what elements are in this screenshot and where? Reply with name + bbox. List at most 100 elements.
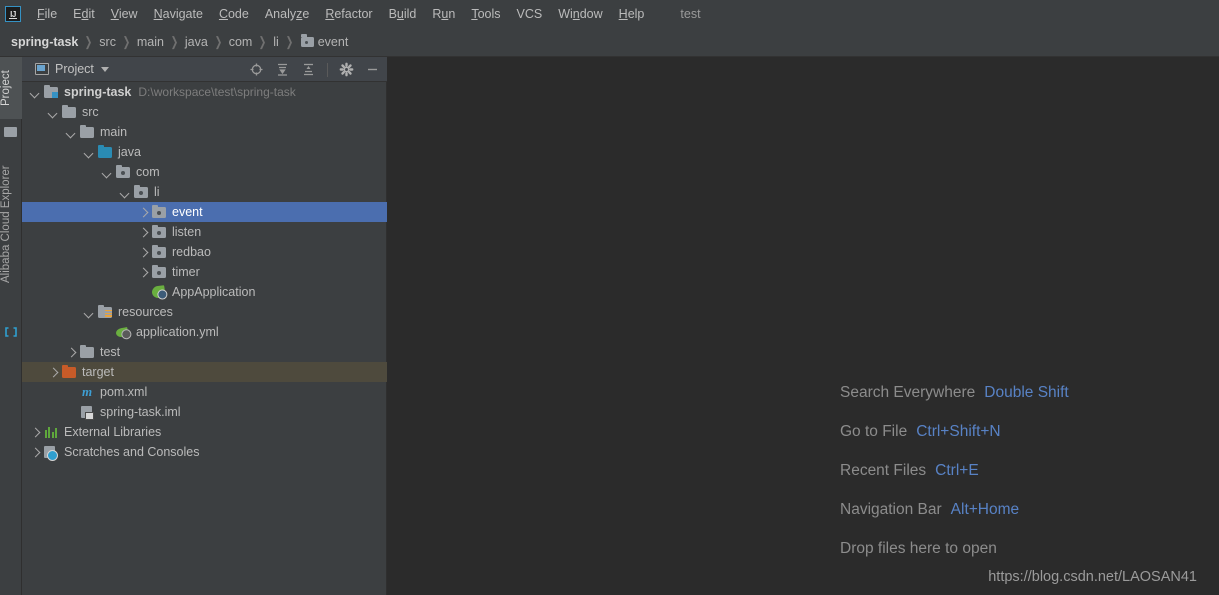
menu-item-refactor[interactable]: Refactor <box>317 0 380 28</box>
tree-row-test[interactable]: test <box>22 342 387 362</box>
breadcrumb-separator: ❯ <box>85 34 93 49</box>
hint-row: Recent Files Ctrl+E <box>840 451 1069 490</box>
module-file-icon <box>79 404 95 420</box>
tree-row-label: com <box>136 165 160 179</box>
chevron-right-icon[interactable] <box>138 207 149 218</box>
tree-row-label: src <box>82 105 99 119</box>
tree-row-application-yml[interactable]: application.yml <box>22 322 387 342</box>
collapse-all-icon[interactable] <box>301 62 316 77</box>
chevron-down-icon[interactable] <box>84 147 95 158</box>
yaml-file-icon <box>115 324 131 340</box>
breadcrumb-separator: ❯ <box>122 34 131 49</box>
folder-package-icon <box>133 184 149 200</box>
chevron-down-icon[interactable] <box>48 107 59 118</box>
menu-item-navigate[interactable]: Navigate <box>146 0 211 28</box>
breadcrumb-item-src[interactable]: src <box>99 35 116 49</box>
chevron-down-icon[interactable] <box>30 87 41 98</box>
menu-item-tools[interactable]: Tools <box>463 0 508 28</box>
chevron-right-icon[interactable] <box>30 427 41 438</box>
menu-item-code[interactable]: Code <box>211 0 257 28</box>
project-panel-header: Project <box>22 57 387 82</box>
tree-row-label: AppApplication <box>172 285 256 299</box>
breadcrumb-item-java[interactable]: java <box>185 35 208 49</box>
tree-row-com[interactable]: com <box>22 162 387 182</box>
folder-package-icon <box>151 244 167 260</box>
tree-row-label: resources <box>118 305 173 319</box>
tree-row-path: D:\workspace\test\spring-task <box>138 85 296 99</box>
folder-package-icon <box>115 164 131 180</box>
tree-row-label: spring-task <box>64 85 132 99</box>
gear-icon[interactable] <box>339 62 354 77</box>
folder-excluded-icon <box>61 364 77 380</box>
locate-icon[interactable] <box>249 62 264 77</box>
tree-row-label: External Libraries <box>64 425 162 439</box>
chevron-right-icon[interactable] <box>138 227 149 238</box>
menu-item-build[interactable]: Build <box>381 0 425 28</box>
tree-row-resources[interactable]: resources <box>22 302 387 322</box>
tree-row-event[interactable]: event <box>22 202 387 222</box>
sidebar-tab-project[interactable]: Project <box>0 57 22 119</box>
tree-row-target[interactable]: target <box>22 362 387 382</box>
breadcrumb-item-main[interactable]: main <box>137 35 164 49</box>
hint-label: Recent Files <box>840 461 927 479</box>
chevron-down-icon[interactable] <box>102 167 113 178</box>
tree-row-listen[interactable]: listen <box>22 222 387 242</box>
menu-item-vcs[interactable]: VCS <box>509 0 551 28</box>
menu-item-run[interactable]: Run <box>424 0 463 28</box>
tree-row-java[interactable]: java <box>22 142 387 162</box>
tree-row-label: pom.xml <box>100 385 148 399</box>
tree-row-src[interactable]: src <box>22 102 387 122</box>
chevron-down-icon[interactable] <box>84 307 95 318</box>
menu-item-analyze[interactable]: Analyze <box>257 0 317 28</box>
breadcrumb-item-spring-task[interactable]: spring-task <box>11 35 78 49</box>
hint-label: Navigation Bar <box>840 500 942 518</box>
tree-row-timer[interactable]: timer <box>22 262 387 282</box>
menu-items: File Edit View Navigate Code Analyze Refactor B… <box>29 0 652 28</box>
breadcrumb[interactable]: spring-task ❯ src ❯ main ❯ java ❯ com ❯ li ❯ event <box>0 28 1219 57</box>
folder-package-icon <box>151 264 167 280</box>
tree-row-pom-xml[interactable]: m pom.xml <box>22 382 387 402</box>
menu-item-window[interactable]: Window <box>550 0 610 28</box>
hint-row: Go to File Ctrl+Shift+N <box>840 412 1069 451</box>
project-tree[interactable]: spring-task D:\workspace\test\spring-task… <box>22 82 387 595</box>
chevron-down-icon[interactable] <box>66 127 77 138</box>
chevron-right-icon[interactable] <box>138 247 149 258</box>
libraries-icon <box>43 424 59 440</box>
expand-all-icon[interactable] <box>275 62 290 77</box>
tree-row-spring-task-iml[interactable]: spring-task.iml <box>22 402 387 422</box>
breadcrumb-separator: ❯ <box>258 34 267 49</box>
tree-row-label: event <box>172 205 203 219</box>
tree-row-label: Scratches and Consoles <box>64 445 200 459</box>
hint-row: Search Everywhere Double Shift <box>840 373 1069 412</box>
menu-item-help[interactable]: Help <box>611 0 653 28</box>
tree-row-appapplication[interactable]: AppApplication <box>22 282 387 302</box>
menu-item-edit[interactable]: Edit <box>65 0 103 28</box>
menu-item-file[interactable]: File <box>29 0 65 28</box>
breadcrumb-item-event[interactable]: event <box>318 35 349 49</box>
tree-row-li[interactable]: li <box>22 182 387 202</box>
tree-row-main[interactable]: main <box>22 122 387 142</box>
chevron-right-icon[interactable] <box>48 367 59 378</box>
chevron-down-icon[interactable] <box>120 187 131 198</box>
project-panel-title: Project <box>55 62 94 76</box>
scratches-icon <box>43 444 59 461</box>
tree-row-spring-task[interactable]: spring-task D:\workspace\test\spring-task <box>22 82 387 102</box>
menu-item-view[interactable]: View <box>103 0 146 28</box>
folder-resources-icon <box>97 304 113 320</box>
sidebar-tab-alibaba-cloud-explorer[interactable]: Alibaba Cloud Explorer <box>0 149 22 299</box>
folder-package-icon <box>151 204 167 220</box>
chevron-right-icon[interactable] <box>30 447 41 458</box>
tree-row-external-libraries[interactable]: External Libraries <box>22 422 387 442</box>
chevron-right-icon[interactable] <box>66 347 77 358</box>
tree-row-scratches-and-consoles[interactable]: Scratches and Consoles <box>22 442 387 462</box>
tree-row-redbao[interactable]: redbao <box>22 242 387 262</box>
breadcrumb-separator: ❯ <box>285 34 294 49</box>
chevron-down-icon[interactable] <box>100 66 109 72</box>
chevron-right-icon[interactable] <box>138 267 149 278</box>
minimize-icon[interactable] <box>365 62 380 77</box>
breadcrumb-item-li[interactable]: li <box>273 35 279 49</box>
breadcrumb-item-com[interactable]: com <box>229 35 253 49</box>
folder-gray-icon <box>79 124 95 140</box>
